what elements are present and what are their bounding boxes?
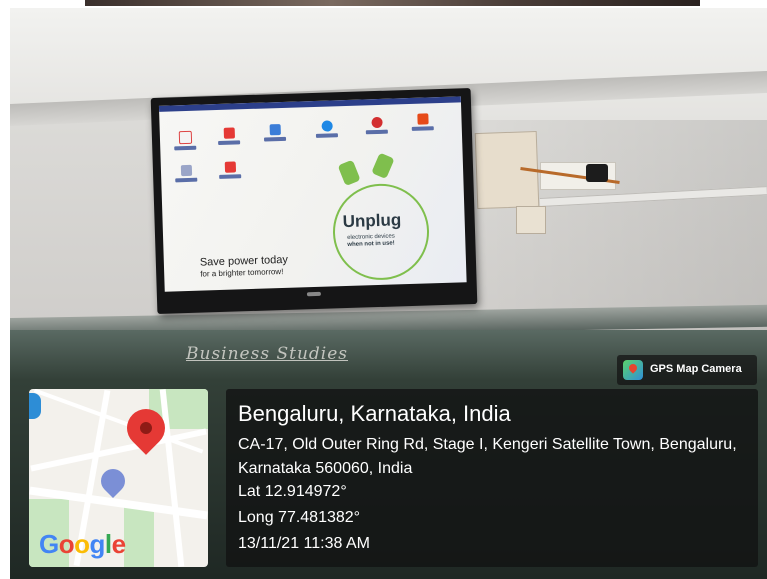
datetime-text: 13/11/21 11:38 AM [238,535,370,552]
map-side-marker [29,393,41,419]
small-junction-box [516,206,546,234]
tv-screen: Unplug electronic devices when not in us… [158,96,467,292]
longitude-text: Long 77.481382° [238,509,361,526]
chalkboard-text: Business Studies [186,344,348,364]
gps-badge-label: GPS Map Camera [650,363,742,375]
map-road [30,428,207,472]
desktop-icon [174,130,197,151]
desktop-icon [175,164,198,183]
gps-map-camera-icon [623,360,643,380]
top-strip [0,0,767,8]
plug-graphic [371,152,395,180]
location-info-panel: Bengaluru, Karnataka, India CA-17, Old O… [226,389,758,567]
poster-sub-line-2: when not in use! [347,240,395,248]
latitude-text: Lat 12.914972° [238,483,347,500]
google-logo: Google [39,529,126,559]
map-thumbnail: Google [29,389,208,567]
tv-taskbar [158,96,461,112]
wall-plug [586,164,608,182]
address-text: CA-17, Old Outer Ring Rd, Stage I, Kenge… [238,436,737,477]
desktop-icon [315,120,339,138]
desktop-icon [411,113,434,131]
plug-graphic [337,159,361,187]
poster-title: Unplug [342,210,402,232]
poster-subtitle: electronic devices when not in use! [347,233,395,248]
save-power-text: Save power today for a brighter tomorrow… [200,254,289,281]
desktop-icon [263,124,287,142]
map-park [124,507,154,567]
desktop-icon [219,161,242,179]
location-title: Bengaluru, Karnataka, India [238,401,511,426]
map-place-pin [96,464,130,498]
desktop-icon [218,127,241,145]
tv-brand-logo [306,291,321,297]
gps-badge: GPS Map Camera [617,355,757,385]
save-power-line-2: for a brighter tomorrow! [200,267,284,279]
desktop-icon [365,116,388,135]
television: Unplug electronic devices when not in us… [150,88,478,314]
photo: Business Studies Unplug electronic devic… [0,0,767,579]
